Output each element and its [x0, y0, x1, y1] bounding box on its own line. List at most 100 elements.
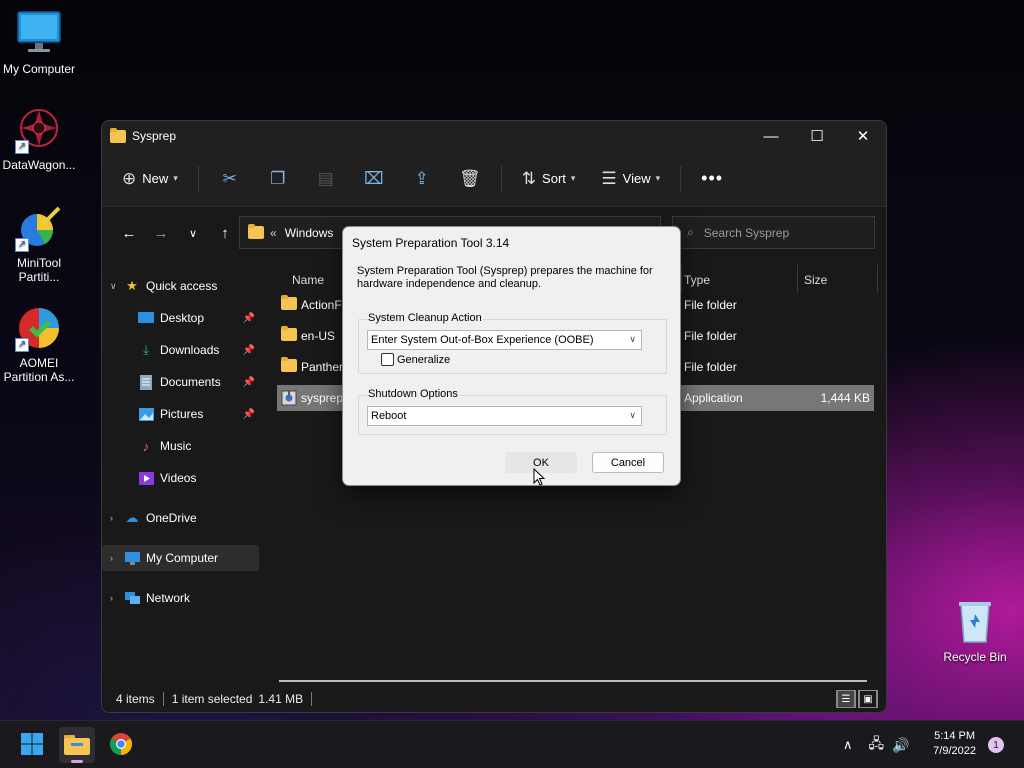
desktop-icon-recycle-bin[interactable]: Recycle Bin: [936, 598, 1014, 664]
desktop-folder-icon: [138, 310, 154, 326]
video-icon: [138, 470, 154, 486]
network-status-icon[interactable]: 🖧: [869, 733, 885, 757]
sidebar-item-downloads[interactable]: ⤓ Downloads 📌: [102, 337, 259, 363]
windows-logo-icon: [20, 732, 44, 759]
ellipsis-icon: •••: [701, 168, 724, 188]
sidebar-item-music[interactable]: ♪ Music: [102, 433, 259, 459]
sidebar-item-onedrive[interactable]: › ☁ OneDrive: [102, 505, 259, 531]
column-header-name[interactable]: Name: [292, 273, 324, 287]
sidebar-item-label: Downloads: [160, 343, 220, 357]
sidebar-item-my-computer[interactable]: › My Computer: [102, 545, 259, 571]
sidebar-item-pictures[interactable]: Pictures 📌: [102, 401, 259, 427]
cancel-button[interactable]: Cancel: [592, 452, 664, 473]
aomei-icon: ↗: [15, 304, 63, 352]
notification-badge[interactable]: 1: [988, 737, 1004, 753]
sort-button[interactable]: ⇅ Sort ▾: [516, 162, 582, 196]
sidebar-item-label: Network: [146, 591, 191, 605]
arrow-left-icon: ←: [121, 224, 137, 242]
horizontal-scrollbar[interactable]: [279, 680, 867, 682]
details-view-button[interactable]: ☰: [836, 690, 856, 708]
clock[interactable]: 5:14 PM 7/9/2022: [933, 729, 976, 759]
sidebar-item-label: OneDrive: [146, 511, 197, 525]
sidebar-item-label: Documents: [160, 375, 221, 389]
shutdown-options-select[interactable]: Reboot ∨: [367, 406, 642, 426]
breadcrumb-item[interactable]: Windows: [285, 226, 334, 240]
plus-circle-icon: ⊕: [122, 168, 137, 188]
paste-button[interactable]: ▤: [309, 162, 343, 196]
chevron-up-icon[interactable]: ∧: [843, 737, 853, 753]
desktop-icon-aomei[interactable]: ↗ AOMEI Partition As...: [0, 304, 78, 384]
tiles-view-button[interactable]: ▣: [858, 690, 878, 708]
column-header-size[interactable]: Size: [804, 273, 827, 287]
sidebar-item-label: My Computer: [146, 551, 219, 565]
column-divider[interactable]: [681, 265, 682, 293]
search-input[interactable]: ⌕ Search Sysprep: [672, 216, 875, 249]
network-icon: [124, 590, 140, 606]
breadcrumb-overflow[interactable]: «: [270, 226, 277, 240]
sidebar-item-quick-access[interactable]: ∨ ★ Quick access: [102, 273, 259, 299]
chevron-right-icon[interactable]: ›: [110, 553, 124, 563]
pin-icon: 📌: [242, 376, 255, 388]
share-icon: ⇪: [414, 168, 429, 188]
star-icon: ★: [126, 278, 138, 293]
taskbar-chrome[interactable]: [103, 727, 139, 763]
checkbox-label: Generalize: [397, 353, 451, 366]
chevron-right-icon[interactable]: ›: [110, 513, 124, 523]
file-type: File folder: [684, 329, 737, 343]
minimize-button[interactable]: —: [748, 121, 794, 151]
desktop-icon-label: Recycle Bin: [943, 650, 1007, 664]
trash-icon: 🗑: [459, 168, 481, 188]
sort-icon: ⇅: [521, 168, 537, 188]
desktop-icon-minitool[interactable]: ↗ MiniTool Partiti...: [0, 204, 78, 284]
document-icon: [138, 374, 154, 390]
desktop-icon-label: My Computer: [2, 62, 76, 76]
title-bar[interactable]: Sysprep — ☐ ✕: [102, 121, 886, 151]
volume-icon[interactable]: 🔊: [892, 737, 909, 754]
copy-button[interactable]: ❐: [261, 162, 295, 196]
download-icon: ⤓: [143, 342, 149, 357]
new-button-label: New: [142, 171, 169, 186]
more-options-button[interactable]: •••: [695, 162, 729, 196]
cut-button[interactable]: ✂: [213, 162, 247, 196]
column-header-type[interactable]: Type: [684, 273, 710, 287]
chevron-down-icon[interactable]: ∨: [110, 281, 124, 292]
sort-button-label: Sort: [542, 171, 566, 186]
column-divider[interactable]: [797, 265, 798, 293]
taskbar: ∧ 🖧 🔊 5:14 PM 7/9/2022 1: [0, 720, 1024, 768]
view-button[interactable]: ☰ View ▾: [595, 162, 666, 196]
share-button[interactable]: ⇪: [405, 162, 439, 196]
rename-button[interactable]: ⌧: [357, 162, 391, 196]
desktop-icon-label: MiniTool Partiti...: [16, 256, 61, 284]
close-button[interactable]: ✕: [840, 121, 886, 151]
pin-icon: 📌: [242, 344, 255, 356]
taskbar-file-explorer[interactable]: [59, 727, 95, 763]
checkbox-box[interactable]: [381, 353, 394, 366]
desktop-icon-my-computer[interactable]: My Computer: [0, 10, 78, 76]
desktop-icon-datawagon[interactable]: ↗ DataWagon...: [0, 106, 78, 172]
recent-locations-button[interactable]: ∨: [178, 218, 208, 248]
sidebar-item-desktop[interactable]: Desktop 📌: [102, 305, 259, 331]
column-divider[interactable]: [877, 265, 878, 293]
navigation-pane: ∨ ★ Quick access Desktop 📌 ⤓ Downloads 📌…: [102, 261, 262, 681]
forward-button[interactable]: →: [146, 218, 176, 248]
start-button[interactable]: [14, 727, 50, 763]
status-bar: 4 items 1 item selected 1.41 MB ☰ ▣: [102, 686, 886, 712]
sidebar-item-network[interactable]: › Network: [102, 585, 259, 611]
back-button[interactable]: ←: [114, 218, 144, 248]
generalize-checkbox[interactable]: Generalize: [381, 353, 450, 366]
new-button[interactable]: ⊕ New ▾: [116, 162, 184, 196]
up-button[interactable]: ↑: [210, 218, 240, 248]
status-divider: [162, 692, 164, 706]
delete-button[interactable]: 🗑: [453, 162, 487, 196]
maximize-button[interactable]: ☐: [794, 121, 840, 151]
chevron-right-icon[interactable]: ›: [110, 593, 124, 603]
folder-icon: [64, 733, 90, 758]
cleanup-action-select[interactable]: Enter System Out-of-Box Experience (OOBE…: [367, 330, 642, 350]
sidebar-item-videos[interactable]: Videos: [102, 465, 259, 491]
sidebar-item-label: Desktop: [160, 311, 205, 325]
view-icon: ☰: [601, 168, 617, 188]
sidebar-item-documents[interactable]: Documents 📌: [102, 369, 259, 395]
copy-icon: ❐: [270, 168, 286, 188]
scissors-icon: ✂: [222, 168, 237, 188]
chevron-down-icon: ∨: [188, 227, 198, 240]
